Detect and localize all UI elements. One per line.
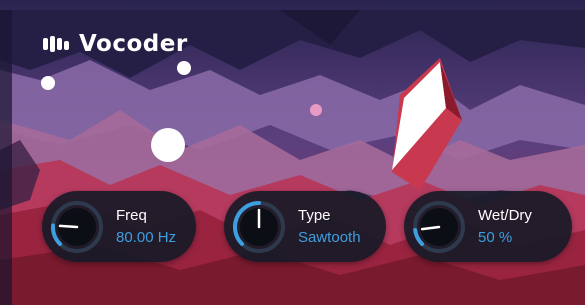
moon: [151, 128, 185, 162]
plugin-title: Vocoder: [79, 31, 188, 57]
type-label: Type: [298, 206, 331, 224]
vocoder-plugin-window: Vocoder Freq 80.00 Hz Type Sawtooth Wet/…: [0, 0, 585, 305]
wet-dry-control: Wet/Dry 50 %: [404, 191, 572, 262]
type-control: Type Sawtooth: [224, 191, 386, 262]
star-small-1: [41, 76, 55, 90]
star-small-2: [177, 61, 191, 75]
type-knob[interactable]: [232, 200, 286, 254]
wet-dry-knob[interactable]: [412, 200, 466, 254]
presonus-logo-icon: [43, 36, 69, 52]
wet-dry-label: Wet/Dry: [478, 206, 532, 224]
freq-value[interactable]: 80.00 Hz: [116, 229, 176, 246]
freq-control: Freq 80.00 Hz: [42, 191, 196, 262]
type-value[interactable]: Sawtooth: [298, 229, 361, 246]
freq-knob[interactable]: [50, 200, 104, 254]
plugin-header: Vocoder: [42, 31, 188, 57]
freq-label: Freq: [116, 206, 147, 224]
star-pink: [310, 104, 322, 116]
wet-dry-value[interactable]: 50 %: [478, 229, 532, 246]
